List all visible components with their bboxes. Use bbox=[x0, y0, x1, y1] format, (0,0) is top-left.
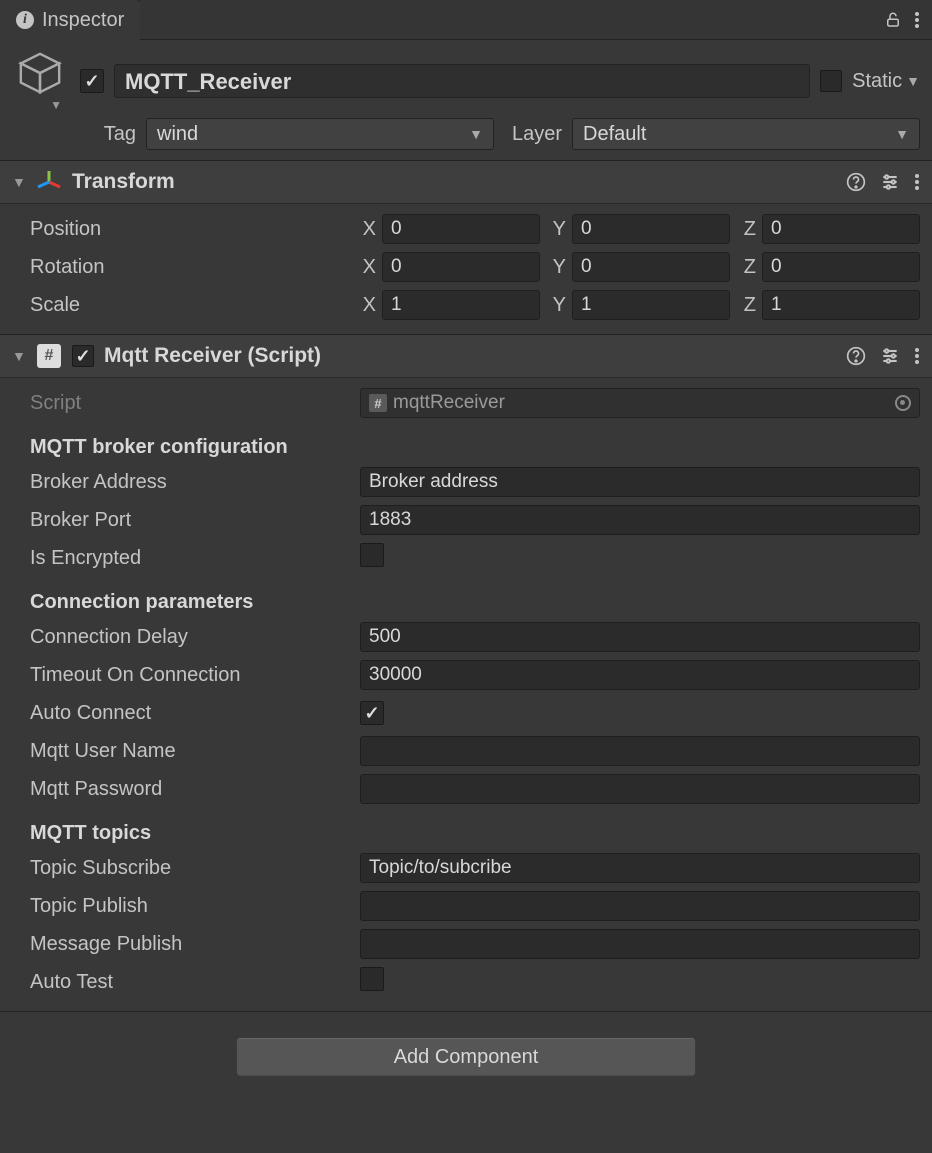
broker-address-input[interactable]: Broker address bbox=[360, 467, 920, 497]
auto-connect-checkbox[interactable] bbox=[360, 701, 384, 725]
axis-y-label[interactable]: Y bbox=[550, 294, 566, 317]
timeout-label: Timeout On Connection bbox=[12, 664, 352, 687]
menu-dots-icon[interactable] bbox=[914, 347, 920, 365]
lock-icon[interactable] bbox=[884, 11, 902, 29]
axis-x-label[interactable]: X bbox=[360, 218, 376, 241]
help-icon[interactable] bbox=[846, 172, 866, 192]
rotation-row: Rotation X0 Y0 Z0 bbox=[12, 248, 920, 286]
position-label: Position bbox=[12, 218, 352, 241]
layer-label: Layer bbox=[504, 123, 562, 146]
mqtt-username-label: Mqtt User Name bbox=[12, 740, 352, 763]
chevron-down-icon: ▼ bbox=[895, 126, 909, 142]
menu-dots-icon[interactable] bbox=[914, 11, 920, 29]
tab-bar-right bbox=[140, 0, 932, 40]
scale-y-input[interactable]: 1 bbox=[572, 290, 730, 320]
tag-label: Tag bbox=[90, 123, 136, 146]
scale-row: Scale X1 Y1 Z1 bbox=[12, 286, 920, 324]
topic-publish-label: Topic Publish bbox=[12, 895, 352, 918]
rotation-x-input[interactable]: 0 bbox=[382, 252, 540, 282]
rotation-y-input[interactable]: 0 bbox=[572, 252, 730, 282]
gameobject-header: ▼ MQTT_Receiver Static ▼ bbox=[0, 40, 932, 118]
gameobject-enabled-checkbox[interactable] bbox=[80, 69, 104, 93]
object-picker-icon[interactable] bbox=[895, 395, 911, 411]
broker-port-label: Broker Port bbox=[12, 509, 352, 532]
mqtt-body: Script # mqttReceiver MQTT broker config… bbox=[0, 378, 932, 1011]
mqtt-receiver-header[interactable]: ▼ # Mqtt Receiver (Script) bbox=[0, 334, 932, 378]
inspector-tab[interactable]: i Inspector bbox=[0, 0, 140, 40]
tab-bar: i Inspector bbox=[0, 0, 932, 40]
transform-icon bbox=[36, 169, 62, 195]
group-conn-title: Connection parameters bbox=[12, 577, 920, 618]
mqtt-username-input[interactable] bbox=[360, 736, 920, 766]
broker-address-label: Broker Address bbox=[12, 471, 352, 494]
mqtt-password-input[interactable] bbox=[360, 774, 920, 804]
script-object-field[interactable]: # mqttReceiver bbox=[360, 388, 920, 418]
topic-subscribe-label: Topic Subscribe bbox=[12, 857, 352, 880]
foldout-icon[interactable]: ▼ bbox=[12, 348, 26, 364]
chevron-down-icon: ▼ bbox=[469, 126, 483, 142]
rotation-z-input[interactable]: 0 bbox=[762, 252, 920, 282]
info-icon: i bbox=[16, 11, 34, 29]
is-encrypted-label: Is Encrypted bbox=[12, 547, 352, 570]
add-component-button[interactable]: Add Component bbox=[236, 1037, 696, 1077]
message-publish-label: Message Publish bbox=[12, 933, 352, 956]
component-title: Mqtt Receiver (Script) bbox=[104, 344, 836, 368]
static-checkbox[interactable] bbox=[820, 70, 842, 92]
position-z-input[interactable]: 0 bbox=[762, 214, 920, 244]
axis-y-label[interactable]: Y bbox=[550, 218, 566, 241]
group-broker-title: MQTT broker configuration bbox=[12, 422, 920, 463]
preset-icon[interactable] bbox=[880, 346, 900, 366]
gameobject-cube-icon[interactable] bbox=[17, 50, 63, 96]
transform-body: Position X0 Y0 Z0 Rotation X0 Y0 Z0 Scal… bbox=[0, 204, 932, 334]
tab-title: Inspector bbox=[42, 9, 124, 32]
component-enabled-checkbox[interactable] bbox=[72, 345, 94, 367]
topic-subscribe-input[interactable]: Topic/to/subcribe bbox=[360, 853, 920, 883]
timeout-input[interactable]: 30000 bbox=[360, 660, 920, 690]
scale-label: Scale bbox=[12, 294, 352, 317]
static-label: Static ▼ bbox=[852, 70, 920, 93]
layer-select[interactable]: Default ▼ bbox=[572, 118, 920, 150]
csharp-script-icon: # bbox=[369, 394, 387, 412]
divider bbox=[0, 1011, 932, 1021]
component-title: Transform bbox=[72, 170, 836, 194]
help-icon[interactable] bbox=[846, 346, 866, 366]
script-name: mqttReceiver bbox=[393, 392, 505, 414]
auto-test-label: Auto Test bbox=[12, 971, 352, 994]
rotation-label: Rotation bbox=[12, 256, 352, 279]
broker-port-input[interactable]: 1883 bbox=[360, 505, 920, 535]
position-y-input[interactable]: 0 bbox=[572, 214, 730, 244]
axis-x-label[interactable]: X bbox=[360, 294, 376, 317]
tag-layer-row: Tag wind ▼ Layer Default ▼ bbox=[0, 118, 932, 160]
tag-select[interactable]: wind ▼ bbox=[146, 118, 494, 150]
mqtt-password-label: Mqtt Password bbox=[12, 778, 352, 801]
script-row: Script # mqttReceiver bbox=[12, 384, 920, 422]
gameobject-name-input[interactable]: MQTT_Receiver bbox=[114, 64, 810, 98]
menu-dots-icon[interactable] bbox=[914, 173, 920, 191]
group-topics-title: MQTT topics bbox=[12, 808, 920, 849]
scale-z-input[interactable]: 1 bbox=[762, 290, 920, 320]
axis-z-label[interactable]: Z bbox=[740, 294, 756, 317]
position-x-input[interactable]: 0 bbox=[382, 214, 540, 244]
static-dropdown-icon[interactable]: ▼ bbox=[906, 73, 920, 89]
script-label: Script bbox=[12, 392, 352, 415]
axis-z-label[interactable]: Z bbox=[740, 256, 756, 279]
position-row: Position X0 Y0 Z0 bbox=[12, 210, 920, 248]
preset-icon[interactable] bbox=[880, 172, 900, 192]
foldout-icon[interactable]: ▼ bbox=[12, 174, 26, 190]
axis-z-label[interactable]: Z bbox=[740, 218, 756, 241]
scale-x-input[interactable]: 1 bbox=[382, 290, 540, 320]
prefab-overrides-dropdown-icon[interactable]: ▼ bbox=[50, 98, 62, 112]
connection-delay-label: Connection Delay bbox=[12, 626, 352, 649]
message-publish-input[interactable] bbox=[360, 929, 920, 959]
auto-test-checkbox[interactable] bbox=[360, 967, 384, 991]
is-encrypted-checkbox[interactable] bbox=[360, 543, 384, 567]
axis-x-label[interactable]: X bbox=[360, 256, 376, 279]
axis-y-label[interactable]: Y bbox=[550, 256, 566, 279]
prefab-icon-area: ▼ bbox=[12, 50, 68, 112]
topic-publish-input[interactable] bbox=[360, 891, 920, 921]
auto-connect-label: Auto Connect bbox=[12, 702, 352, 725]
transform-header[interactable]: ▼ Transform bbox=[0, 160, 932, 204]
connection-delay-input[interactable]: 500 bbox=[360, 622, 920, 652]
script-icon: # bbox=[36, 343, 62, 369]
